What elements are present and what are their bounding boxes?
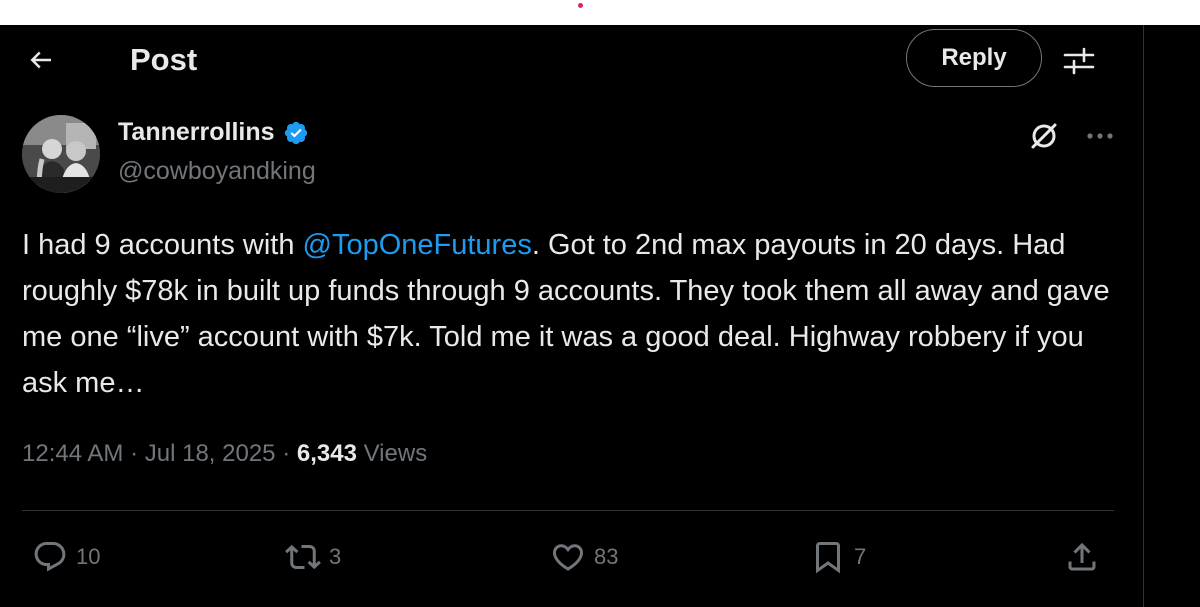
repost-action[interactable]: 3 bbox=[285, 537, 341, 577]
bookmark-action[interactable]: 7 bbox=[810, 537, 866, 577]
author-display-name: Tannerrollins bbox=[118, 118, 275, 146]
avatar-photo bbox=[22, 115, 100, 193]
red-dot-indicator bbox=[578, 3, 583, 8]
post-text-start: I had 9 accounts with bbox=[22, 229, 303, 261]
mention-link[interactable]: @TopOneFutures bbox=[303, 229, 532, 261]
views-label: Views bbox=[363, 440, 428, 467]
meta-separator: · bbox=[282, 440, 297, 467]
reply-count: 10 bbox=[76, 544, 101, 569]
repost-count: 3 bbox=[329, 544, 342, 569]
more-button[interactable] bbox=[1080, 118, 1120, 154]
heart-icon bbox=[552, 544, 584, 571]
share-icon bbox=[1068, 542, 1096, 571]
grok-button[interactable] bbox=[1024, 118, 1064, 154]
author-name-row[interactable]: Tannerrollins bbox=[118, 118, 309, 147]
sliders-icon bbox=[1063, 47, 1095, 75]
avatar[interactable] bbox=[22, 115, 100, 193]
post-time[interactable]: 12:44 AM bbox=[22, 440, 123, 467]
share-action[interactable] bbox=[1064, 537, 1100, 577]
reply-button[interactable]: Reply bbox=[906, 29, 1042, 87]
post-date[interactable]: Jul 18, 2025 bbox=[145, 440, 276, 467]
page-title: Post bbox=[130, 42, 198, 77]
like-action[interactable]: 83 bbox=[550, 537, 618, 577]
back-arrow-icon bbox=[30, 51, 51, 69]
meta-separator: · bbox=[130, 440, 145, 467]
author-handle[interactable]: @cowboyandking bbox=[118, 157, 316, 186]
bookmark-icon bbox=[816, 542, 840, 574]
post-header: Post Reply bbox=[0, 25, 1143, 95]
bookmark-count: 7 bbox=[854, 544, 867, 569]
column-divider bbox=[1143, 25, 1144, 607]
browser-top-strip bbox=[0, 0, 1200, 25]
post-meta: 12:44 AM · Jul 18, 2025 · 6,343 Views bbox=[22, 440, 427, 468]
reply-action[interactable]: 10 bbox=[32, 537, 100, 577]
more-icon bbox=[1087, 133, 1113, 139]
reply-icon bbox=[34, 542, 66, 572]
like-count: 83 bbox=[594, 544, 619, 569]
back-button[interactable] bbox=[20, 39, 62, 81]
verified-badge-icon bbox=[284, 121, 307, 144]
views-count: 6,343 bbox=[296, 440, 357, 467]
repost-icon bbox=[285, 544, 321, 570]
divider bbox=[22, 510, 1114, 511]
filter-button[interactable] bbox=[1056, 41, 1102, 81]
grok-icon bbox=[1031, 123, 1057, 149]
post-text: I had 9 accounts with @TopOneFutures. Go… bbox=[22, 222, 1122, 406]
